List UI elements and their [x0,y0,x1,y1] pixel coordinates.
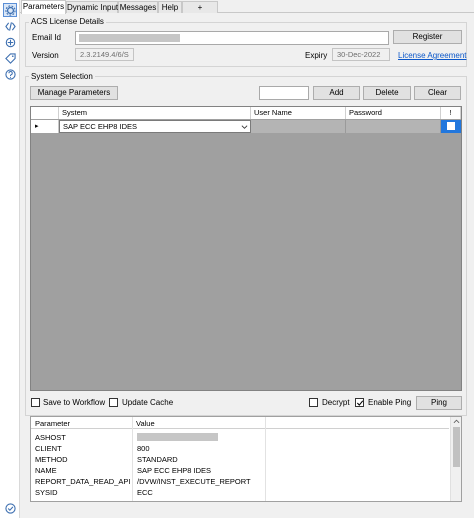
row-flag-cell[interactable] [441,120,461,133]
param-name-ashost: ASHOST [35,433,66,442]
param-value-report-data-read-api: /DVW/INST_EXECUTE_REPORT [137,477,251,486]
expiry-value: 30-Dec-2022 [332,48,390,61]
system-dropdown-value: SAP ECC EHP8 IDES [63,122,138,131]
add-button[interactable]: Add [313,86,360,100]
param-name-report-data-read-api: REPORT_DATA_READ_API [35,477,131,486]
column-divider [132,417,133,501]
parameters-table-header [31,417,449,429]
scrollbar-thumb[interactable] [453,427,460,467]
grid-header-system[interactable]: System [59,107,251,119]
param-value-ashost-redacted [137,433,218,441]
license-agreement-link[interactable]: License Agreement [398,51,467,61]
decrypt-checkbox[interactable] [309,398,318,407]
enable-ping-label: Enable Ping [368,398,412,407]
email-input[interactable] [75,31,389,45]
email-label: Email Id [32,33,61,42]
email-redacted [79,34,180,42]
save-to-workflow-checkbox[interactable] [31,398,40,407]
enable-ping-checkbox[interactable] [355,398,364,407]
checkmark-icon [356,400,364,406]
code-icon[interactable] [3,19,17,33]
row-selector[interactable]: ▸ [31,120,59,133]
save-to-workflow-label: Save to Workflow [43,398,106,407]
system-dropdown[interactable]: SAP ECC EHP8 IDES [59,120,251,133]
chevron-down-icon [241,125,248,129]
register-button[interactable]: Register [393,30,462,44]
manage-parameters-button[interactable]: Manage Parameters [30,86,118,100]
param-name-client: CLIENT [35,444,62,453]
decrypt-label: Decrypt [322,398,350,407]
tab-add[interactable]: + [182,1,218,13]
username-cell[interactable] [251,120,346,133]
param-name-name: NAME [35,466,57,475]
param-value-method: STANDARD [137,455,178,464]
parameters-scrollbar[interactable] [450,417,461,501]
clear-button[interactable]: Clear [414,86,461,100]
version-value: 2.3.2149.4/6/S [75,48,134,61]
update-cache-checkbox[interactable] [109,398,118,407]
param-name-method: METHOD [35,455,68,464]
grid-header-username[interactable]: User Name [251,107,346,119]
grid-header-password[interactable]: Password [346,107,441,119]
tab-parameters[interactable]: Parameters [21,0,66,14]
param-value-sysid: ECC [137,488,153,497]
system-grid [30,106,462,391]
update-cache-label: Update Cache [122,398,174,407]
param-value-client: 800 [137,444,150,453]
settings-icon[interactable] [3,3,17,17]
add-system-input[interactable] [259,86,309,100]
grid-header-corner [31,107,59,119]
help-icon[interactable] [3,67,17,81]
system-selection-title: System Selection [29,72,95,82]
tag-icon[interactable] [3,51,17,65]
column-divider [265,417,266,501]
ping-button[interactable]: Ping [416,396,462,410]
row-flag-checkbox[interactable] [447,122,455,130]
version-label: Version [32,51,59,60]
left-sidebar [0,0,20,518]
tab-messages[interactable]: Messages [118,1,158,13]
expiry-label: Expiry [305,51,328,60]
param-name-sysid: SYSID [35,488,58,497]
delete-button[interactable]: Delete [363,86,411,100]
acs-license-title: ACS License Details [29,17,106,27]
scroll-up-icon[interactable] [453,419,460,424]
status-check-icon[interactable] [3,501,17,515]
grid-header-flag[interactable]: ! [441,107,461,119]
parameter-column-header[interactable]: Parameter [35,419,70,428]
tab-help[interactable]: Help [158,1,182,13]
param-value-name: SAP ECC EHP8 IDES [137,466,212,475]
value-column-header[interactable]: Value [136,419,155,428]
tab-dynamic-input[interactable]: Dynamic Input [66,1,118,13]
password-cell[interactable] [346,120,441,133]
connector-icon[interactable] [3,35,17,49]
